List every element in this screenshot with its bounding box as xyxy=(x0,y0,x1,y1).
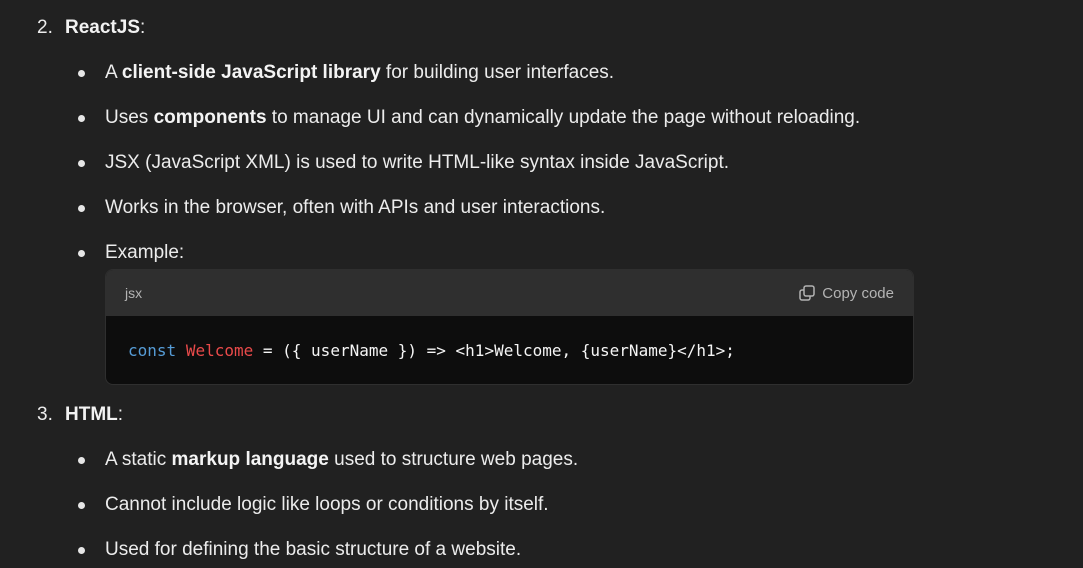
bullet-dot xyxy=(78,457,85,464)
copy-code-label: Copy code xyxy=(822,284,894,302)
bold-text: components xyxy=(153,107,267,128)
section-title: ReactJS xyxy=(65,17,140,38)
bullet-dot xyxy=(78,547,85,554)
code-rest: = ({ userName }) => <h1>Welcome, {userNa… xyxy=(253,341,735,360)
code-language-label: jsx xyxy=(125,285,143,301)
section-heading-html: 3. HTML: xyxy=(37,403,123,427)
list-item-text: Cannot include logic like loops or condi… xyxy=(105,494,549,515)
list-item-text: Works in the browser, often with APIs an… xyxy=(105,197,606,218)
bold-text: markup language xyxy=(171,449,329,470)
code-keyword: const xyxy=(128,341,177,360)
code-identifier: Welcome xyxy=(185,341,254,360)
bullet-dot xyxy=(78,250,85,257)
list-item-text: Used for defining the basic structure of… xyxy=(105,539,522,560)
bullet-dot xyxy=(78,115,85,122)
text-segment: for building user interfaces. xyxy=(380,62,615,83)
text-segment: Uses xyxy=(105,107,154,128)
code-block: jsx Copy code const Welcome = ({ userNam… xyxy=(105,269,914,385)
list-item-text: A client-side JavaScript library for bui… xyxy=(105,61,614,85)
bullet-dot xyxy=(78,70,85,77)
text-segment: used to structure web pages. xyxy=(328,449,579,470)
bold-text: client-side JavaScript library xyxy=(121,62,381,83)
list-item-text: Uses components to manage UI and can dyn… xyxy=(105,106,860,130)
code-block-header: jsx Copy code xyxy=(106,270,913,316)
copy-icon xyxy=(798,284,816,302)
section-number: 3. xyxy=(37,404,53,425)
copy-code-button[interactable]: Copy code xyxy=(798,283,894,303)
bullet-dot xyxy=(78,502,85,509)
section-heading-reactjs: 2. ReactJS: xyxy=(37,16,145,40)
section-title: HTML xyxy=(65,404,118,425)
text-segment: A xyxy=(105,62,122,83)
chat-message-content: 2. ReactJS: A client-side JavaScript libr… xyxy=(0,0,1083,568)
list-item-text: A static markup language used to structu… xyxy=(105,448,578,472)
bullet-dot xyxy=(78,160,85,167)
section-suffix: : xyxy=(140,17,146,38)
text-segment: A static xyxy=(105,449,172,470)
section-suffix: : xyxy=(117,404,124,425)
section-number: 2. xyxy=(37,17,53,38)
list-item-text: Example: xyxy=(105,242,185,263)
list-item-text: JSX (JavaScript XML) is used to write HT… xyxy=(105,152,730,173)
bullet-dot xyxy=(78,205,85,212)
code-content: const Welcome = ({ userName }) => <h1>We… xyxy=(128,341,735,360)
text-segment: to manage UI and can dynamically update … xyxy=(266,107,861,128)
